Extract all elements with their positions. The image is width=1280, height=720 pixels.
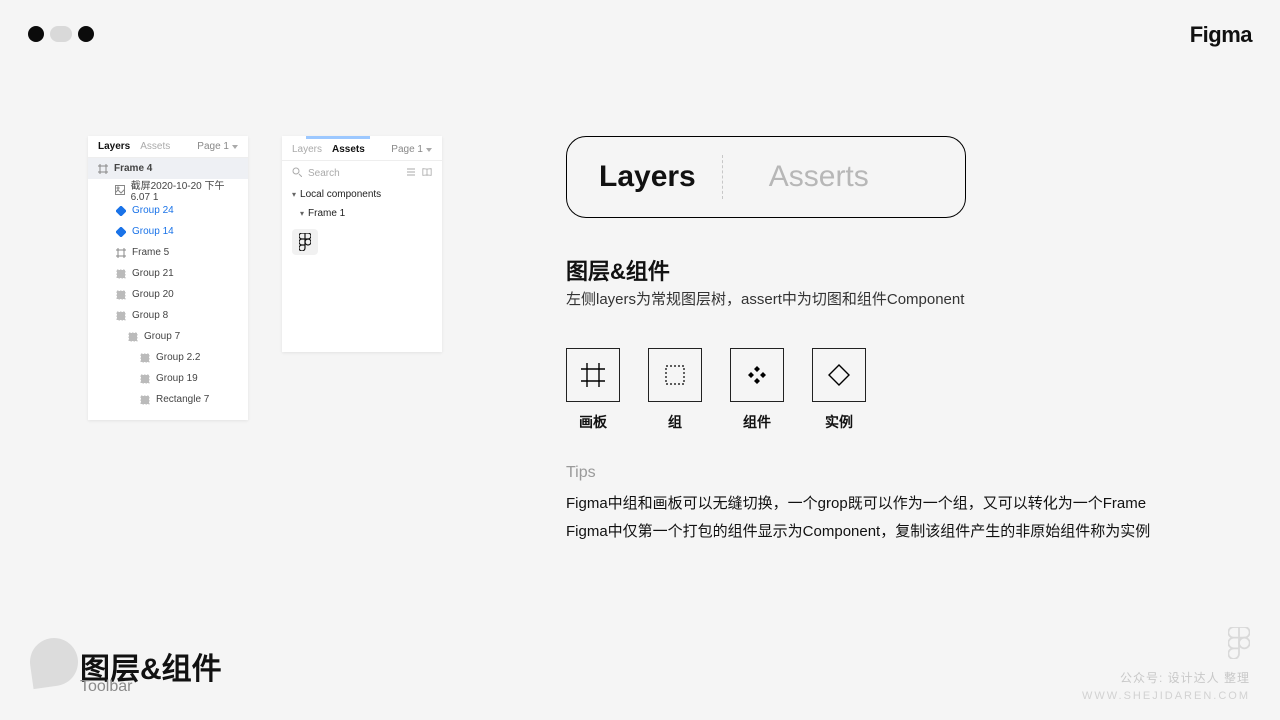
chevron-down-icon xyxy=(426,148,432,152)
legend-instance xyxy=(812,348,866,402)
layer-row[interactable]: Group 24 xyxy=(88,200,248,221)
page-label: Page 1 xyxy=(197,141,229,152)
bigtab-layers: Layers xyxy=(567,160,696,194)
frame-icon xyxy=(116,248,126,258)
legend-group xyxy=(648,348,702,402)
layer-label: Group 7 xyxy=(144,331,180,342)
layer-row[interactable]: 截屏2020-10-20 下午6.07 1 xyxy=(88,179,248,200)
layer-row[interactable]: Group 21 xyxy=(88,263,248,284)
list-view-icon[interactable] xyxy=(406,167,416,180)
layer-row[interactable]: Group 8 xyxy=(88,305,248,326)
group-icon xyxy=(128,332,138,342)
assets-panel: Layers Assets Page 1 Search Local compon… xyxy=(282,136,442,352)
instance-icon xyxy=(116,227,126,237)
slide-dots xyxy=(28,26,94,42)
tab-layers[interactable]: Layers xyxy=(292,144,322,155)
brand-label: Figma xyxy=(1190,22,1252,48)
legend-group-label: 组 xyxy=(648,412,702,432)
layer-label: Group 20 xyxy=(132,289,174,300)
section-heading: 图层&组件 xyxy=(566,254,670,286)
group-icon xyxy=(140,353,150,363)
group-icon xyxy=(140,374,150,384)
layer-label: Group 8 xyxy=(132,310,168,321)
component-tile[interactable] xyxy=(292,229,318,255)
chevron-down-icon xyxy=(232,145,238,149)
page-label: Page 1 xyxy=(391,144,423,155)
tab-assets[interactable]: Assets xyxy=(332,144,365,155)
layer-label: Frame 5 xyxy=(132,247,169,258)
search-input[interactable]: Search xyxy=(308,168,340,179)
layer-label: Rectangle 7 xyxy=(156,394,209,405)
layer-row[interactable]: Rectangle 7 xyxy=(88,389,248,410)
tips-line-1: Figma中组和画板可以无缝切换，一个grop既可以作为一个组，又可以转化为一个… xyxy=(566,492,1146,513)
watermark-line-2: WWW.SHEJIDAREN.COM xyxy=(1082,690,1250,702)
layer-row[interactable]: Group 14 xyxy=(88,221,248,242)
assets-subcategory[interactable]: Frame 1 xyxy=(282,204,442,223)
layers-panel: Layers Assets Page 1 Frame 4 截屏2020-10-2… xyxy=(88,136,248,420)
layer-row[interactable]: Group 19 xyxy=(88,368,248,389)
legend-instance-label: 实例 xyxy=(812,412,866,432)
layers-asserts-tabs: Layers Asserts xyxy=(566,136,966,218)
layer-label: Group 14 xyxy=(132,226,174,237)
slide-subtitle: Toolbar xyxy=(80,678,132,696)
layer-label: 截屏2020-10-20 下午6.07 1 xyxy=(131,177,238,203)
layer-row[interactable]: Group 2.2 xyxy=(88,347,248,368)
legend-component-label: 组件 xyxy=(730,412,784,432)
instance-icon xyxy=(116,206,126,216)
legend-component xyxy=(730,348,784,402)
bigtab-asserts: Asserts xyxy=(737,160,869,194)
frame-icon xyxy=(98,164,108,174)
layer-label: Group 2.2 xyxy=(156,352,200,363)
layer-row[interactable]: Frame 5 xyxy=(88,242,248,263)
search-icon xyxy=(292,167,302,180)
group-icon xyxy=(116,269,126,279)
layer-label: Group 19 xyxy=(156,373,198,384)
page-selector[interactable]: Page 1 xyxy=(197,141,238,152)
group-icon xyxy=(116,311,126,321)
tips-heading: Tips xyxy=(566,464,596,482)
layer-label: Frame 4 xyxy=(114,163,152,174)
tab-assets[interactable]: Assets xyxy=(140,141,170,152)
corner-shape xyxy=(27,635,81,689)
group-icon xyxy=(140,395,150,405)
layer-row[interactable]: Group 20 xyxy=(88,284,248,305)
tips-line-2: Figma中仅第一个打包的组件显示为Component，复制该组件产生的非原始组… xyxy=(566,520,1150,541)
figma-logo-icon xyxy=(1228,627,1250,664)
image-icon xyxy=(115,185,125,195)
legend-frame xyxy=(566,348,620,402)
library-icon[interactable] xyxy=(422,167,432,180)
watermark-line-1: 公众号: 设计达人 整理 xyxy=(1120,669,1250,686)
icon-legend-row: 画板 组 组件 实例 xyxy=(566,348,866,432)
layer-label: Group 21 xyxy=(132,268,174,279)
page-selector[interactable]: Page 1 xyxy=(391,144,432,155)
layer-row[interactable]: Group 7 xyxy=(88,326,248,347)
section-subtext: 左侧layers为常规图层树，assert中为切图和组件Component xyxy=(566,288,964,309)
layer-label: Group 24 xyxy=(132,205,174,216)
group-icon xyxy=(116,290,126,300)
legend-frame-label: 画板 xyxy=(566,412,620,432)
tab-layers[interactable]: Layers xyxy=(98,141,130,152)
assets-category[interactable]: Local components xyxy=(282,185,442,204)
